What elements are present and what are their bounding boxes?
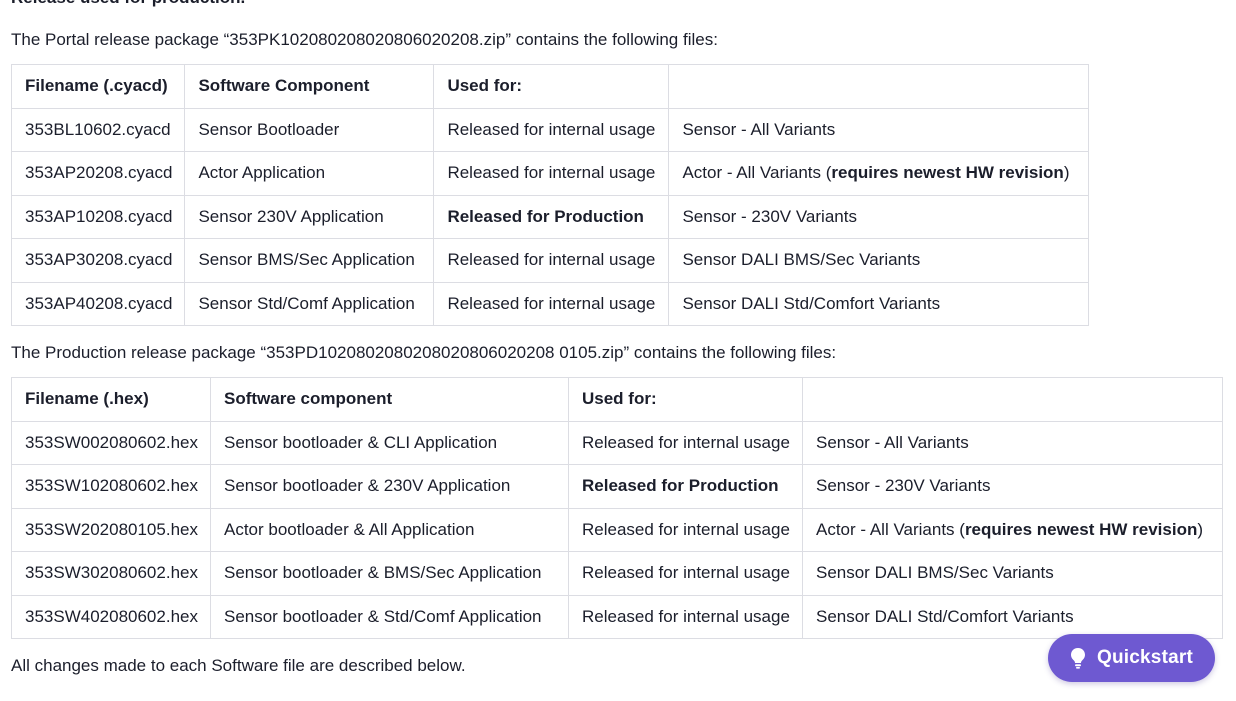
table-row: 353SW402080602.hex Sensor bootloader & S… [11,594,1223,639]
cell-filename: 353AP40208.cyacd [10,281,186,326]
cell-filename: 353SW202080105.hex [11,507,211,552]
cell-usage: Released for Production [433,194,670,239]
column-header-component: Software component [209,377,569,422]
table-row: 353BL10602.cyacd Sensor Bootloader Relea… [10,107,1090,152]
cell-variant: Actor - All Variants (requires newest HW… [801,507,1223,552]
variant-text-end: ) [1063,163,1070,183]
cell-variant: Sensor - All Variants [668,107,1090,152]
cell-component: Actor Application [184,151,435,196]
cell-component: Sensor bootloader & 230V Application [209,464,569,509]
cell-filename: 353BL10602.cyacd [10,107,186,152]
table-row: 353AP40208.cyacd Sensor Std/Comf Applica… [10,281,1090,326]
cell-component: Sensor bootloader & Std/Comf Application [209,594,569,639]
table-row: 353SW202080105.hex Actor bootloader & Al… [11,507,1223,552]
cell-component: Sensor Bootloader [184,107,435,152]
column-header-variant [801,377,1223,422]
table-header-row: Filename (.hex) Software component Used … [11,377,1223,422]
table-header-row: Filename (.cyacd) Software Component Use… [10,64,1090,109]
release-notes-page: Release used for production. The Portal … [0,0,1236,701]
cell-component: Sensor BMS/Sec Application [184,238,435,283]
cell-filename: 353AP20208.cyacd [10,151,186,196]
cell-usage: Released for internal usage [433,107,670,152]
table-row: 353AP30208.cyacd Sensor BMS/Sec Applicat… [10,238,1090,283]
lightbulb-icon [1068,646,1088,670]
column-header-variant [668,64,1090,109]
cell-filename: 353SW402080602.hex [11,594,211,639]
usage-emphasis: Released for Production [447,206,644,226]
cell-usage: Released for internal usage [567,420,803,465]
table-row: 353AP10208.cyacd Sensor 230V Application… [10,194,1090,239]
quickstart-label: Quickstart [1097,647,1193,668]
cell-usage: Released for internal usage [433,238,670,283]
table-row: 353SW102080602.hex Sensor bootloader & 2… [11,464,1223,509]
cell-filename: 353AP10208.cyacd [10,194,186,239]
quickstart-button[interactable]: Quickstart [1048,634,1215,682]
cell-usage: Released for Production [567,464,803,509]
production-package-intro: The Production release package “353PD102… [11,343,837,362]
table-row: 353SW002080602.hex Sensor bootloader & C… [11,420,1223,465]
production-files-table: Filename (.hex) Software component Used … [11,377,1223,639]
column-header-component: Software Component [184,64,435,109]
variant-text-end: ) [1197,519,1204,539]
cell-component: Sensor bootloader & CLI Application [209,420,569,465]
changes-note: All changes made to each Software file a… [11,656,466,675]
portal-package-intro: The Portal release package “353PK1020802… [11,30,718,49]
column-header-used-for: Used for: [567,377,803,422]
cell-filename: 353SW002080602.hex [11,420,211,465]
cell-component: Actor bootloader & All Application [209,507,569,552]
cell-component: Sensor 230V Application [184,194,435,239]
table-row: 353AP20208.cyacd Actor Application Relea… [10,151,1090,196]
variant-emphasis: requires newest HW revision [964,519,1198,539]
variant-emphasis: requires newest HW revision [831,163,1064,183]
cell-usage: Released for internal usage [567,507,803,552]
cell-usage: Released for internal usage [433,281,670,326]
cell-filename: 353AP30208.cyacd [10,238,186,283]
variant-text: Actor - All Variants ( [815,519,965,539]
cell-filename: 353SW302080602.hex [11,551,211,596]
cell-variant: Sensor DALI BMS/Sec Variants [668,238,1090,283]
usage-emphasis: Released for Production [581,476,779,496]
cell-variant: Sensor DALI BMS/Sec Variants [801,551,1223,596]
cell-usage: Released for internal usage [567,551,803,596]
cell-component: Sensor Std/Comf Application [184,281,435,326]
cell-variant: Sensor DALI Std/Comfort Variants [801,594,1223,639]
section-heading: Release used for production. [11,0,245,9]
cell-variant: Sensor DALI Std/Comfort Variants [668,281,1090,326]
cell-usage: Released for internal usage [567,594,803,639]
table-row: 353SW302080602.hex Sensor bootloader & B… [11,551,1223,596]
column-header-filename: Filename (.hex) [11,377,211,422]
portal-files-table: Filename (.cyacd) Software Component Use… [10,64,1090,326]
column-header-filename: Filename (.cyacd) [10,64,186,109]
cell-variant: Sensor - 230V Variants [668,194,1090,239]
cell-variant: Sensor - All Variants [801,420,1223,465]
cell-variant: Actor - All Variants (requires newest HW… [668,151,1090,196]
variant-text: Actor - All Variants ( [682,163,832,183]
cell-component: Sensor bootloader & BMS/Sec Application [209,551,569,596]
cell-usage: Released for internal usage [433,151,670,196]
cell-filename: 353SW102080602.hex [11,464,211,509]
column-header-used-for: Used for: [433,64,670,109]
cell-variant: Sensor - 230V Variants [801,464,1223,509]
